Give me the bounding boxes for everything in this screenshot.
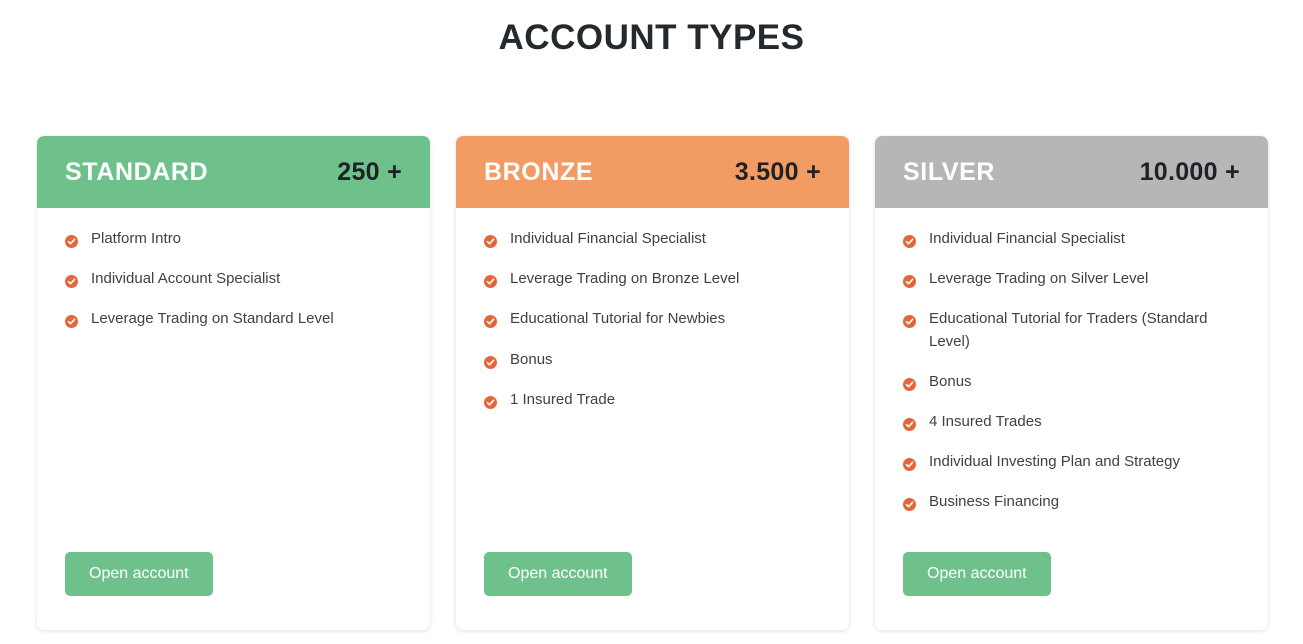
feature-text: Leverage Trading on Bronze Level [510, 270, 740, 288]
plan-price: 10.000 + [1139, 157, 1240, 186]
check-circle-icon [903, 375, 916, 391]
check-circle-icon [903, 495, 916, 512]
card-footer-silver: Open account [875, 552, 1268, 630]
open-account-button-silver[interactable]: Open account [903, 552, 1051, 596]
check-circle-icon [903, 272, 916, 289]
card-body-standard: Platform Intro Individual Account Special… [37, 208, 430, 552]
check-circle-icon [484, 353, 497, 369]
check-circle-icon [903, 455, 916, 472]
card-header-standard: STANDARD 250 + [37, 136, 430, 208]
feature-item: Educational Tutorial for Traders (Standa… [903, 308, 1244, 352]
pricing-page: ACCOUNT TYPES STANDARD 250 + Platform Intr… [0, 0, 1303, 644]
feature-text: Individual Account Specialist [91, 270, 281, 288]
feature-item: Bonus [484, 349, 825, 371]
account-card-silver: SILVER 10.000 + Individual Financial Speci… [875, 136, 1268, 630]
feature-item: 1 Insured Trade [484, 389, 825, 411]
check-circle-icon [903, 312, 916, 329]
plan-name: BRONZE [484, 157, 594, 186]
feature-text: Educational Tutorial for Traders (Standa… [929, 310, 1208, 350]
page-title: ACCOUNT TYPES [498, 18, 805, 57]
check-circle-icon [65, 272, 78, 289]
check-circle-icon [65, 312, 78, 329]
feature-text: Bonus [510, 350, 553, 368]
feature-text: Individual Investing Plan and Strategy [929, 453, 1180, 471]
check-circle-icon [484, 393, 497, 409]
card-header-silver: SILVER 10.000 + [875, 136, 1268, 208]
open-account-button-standard[interactable]: Open account [65, 552, 213, 596]
feature-item: Individual Investing Plan and Strategy [903, 451, 1244, 473]
feature-item: 4 Insured Trades [903, 411, 1244, 433]
plan-name: SILVER [903, 157, 996, 186]
plan-price: 3.500 + [734, 157, 821, 186]
feature-text: Business Financing [929, 493, 1060, 511]
feature-list: Individual Financial Specialist Leverage … [903, 228, 1244, 514]
feature-text: Leverage Trading on Standard Level [91, 310, 334, 328]
feature-item: Leverage Trading on Silver Level [903, 268, 1244, 290]
account-card-bronze: BRONZE 3.500 + Individual Financial Specia… [456, 136, 849, 630]
card-body-bronze: Individual Financial Specialist Leverage … [456, 208, 849, 552]
feature-item: Individual Financial Specialist [484, 228, 825, 250]
feature-text: Individual Financial Specialist [510, 230, 706, 247]
feature-item: Individual Account Specialist [65, 268, 406, 290]
check-circle-icon [65, 232, 78, 248]
feature-list: Platform Intro Individual Account Special… [65, 228, 406, 331]
feature-item: Individual Financial Specialist [903, 228, 1244, 250]
feature-text: Bonus [929, 372, 972, 390]
plan-price: 250 + [337, 157, 402, 186]
card-footer-bronze: Open account [456, 552, 849, 630]
account-types-card-list: STANDARD 250 + Platform Intro Individual Ac… [37, 136, 1269, 630]
feature-text: Leverage Trading on Silver Level [929, 270, 1149, 288]
account-card-standard: STANDARD 250 + Platform Intro Individual Ac… [37, 136, 430, 630]
open-account-button-bronze[interactable]: Open account [484, 552, 632, 596]
plan-name: STANDARD [65, 157, 209, 186]
feature-item: Leverage Trading on Standard Level [65, 308, 406, 330]
check-circle-icon [903, 415, 916, 431]
feature-text: 1 Insured Trade [510, 390, 616, 408]
feature-item: Educational Tutorial for Newbies [484, 308, 825, 330]
feature-text: Educational Tutorial for Newbies [510, 310, 726, 328]
feature-text: Platform Intro [91, 230, 182, 247]
check-circle-icon [484, 312, 497, 329]
feature-list: Individual Financial Specialist Leverage … [484, 228, 825, 411]
card-header-bronze: BRONZE 3.500 + [456, 136, 849, 208]
feature-text: Individual Financial Specialist [929, 230, 1125, 247]
check-circle-icon [484, 272, 497, 289]
check-circle-icon [484, 232, 497, 248]
check-circle-icon [903, 232, 916, 248]
card-footer-standard: Open account [37, 552, 430, 630]
feature-item: Bonus [903, 371, 1244, 393]
card-body-silver: Individual Financial Specialist Leverage … [875, 208, 1268, 552]
feature-item: Platform Intro [65, 228, 406, 250]
feature-item: Business Financing [903, 491, 1244, 513]
feature-item: Leverage Trading on Bronze Level [484, 268, 825, 290]
feature-text: 4 Insured Trades [929, 412, 1042, 430]
